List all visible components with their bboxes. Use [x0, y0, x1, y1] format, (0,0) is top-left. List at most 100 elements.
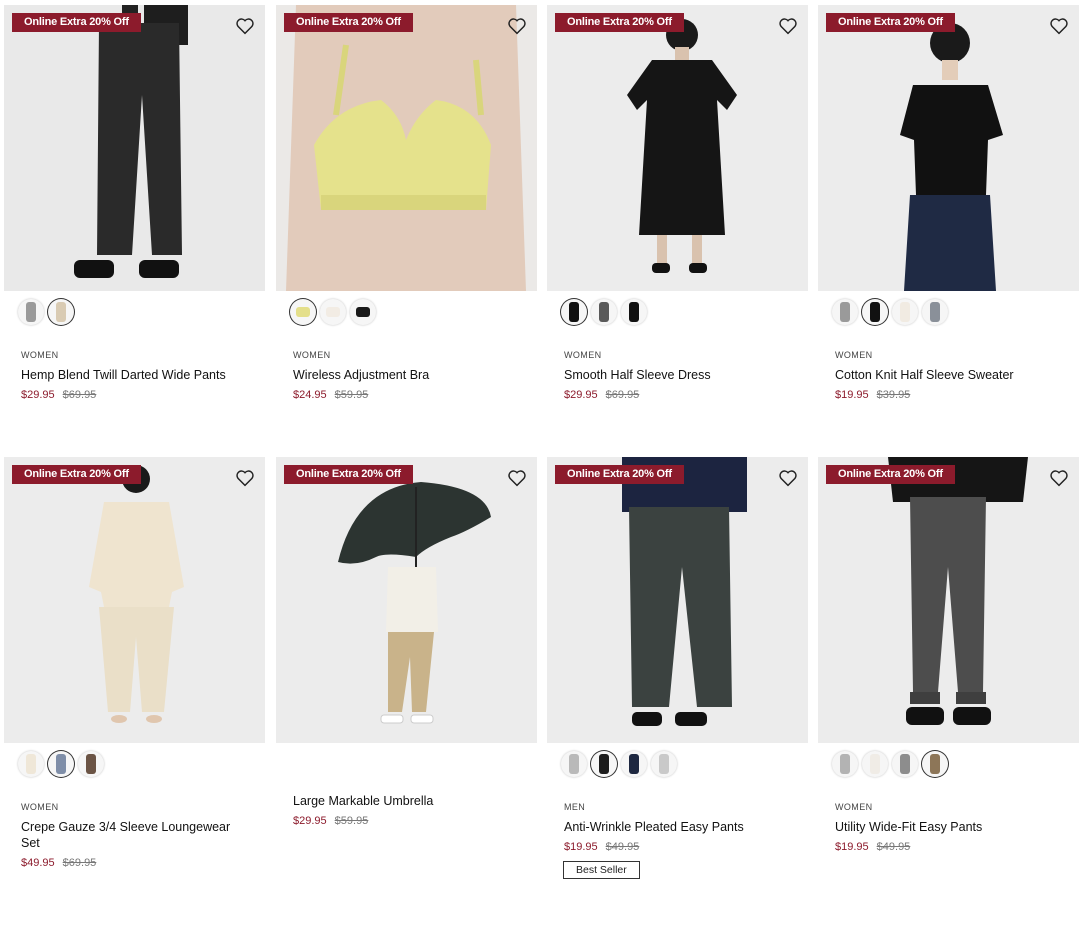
heart-icon[interactable] — [1049, 17, 1069, 35]
sale-price: $29.95 — [21, 389, 55, 401]
product-card[interactable]: Online Extra 20% Off WOMEN Utility Wide-… — [818, 457, 1079, 853]
promo-badge: Online Extra 20% Off — [12, 13, 141, 32]
product-photo-dress — [627, 19, 737, 273]
product-photo-utility-pants — [888, 457, 1028, 725]
product-photo-sweater — [900, 23, 1003, 291]
product-category: WOMEN — [564, 350, 602, 360]
product-name[interactable]: Utility Wide-Fit Easy Pants — [835, 819, 1045, 835]
color-swatches — [276, 299, 537, 341]
color-swatches — [547, 299, 808, 341]
color-swatch[interactable] — [561, 751, 587, 777]
sale-price: $24.95 — [293, 389, 327, 401]
product-category: WOMEN — [835, 350, 873, 360]
product-name[interactable]: Large Markable Umbrella — [293, 793, 503, 809]
product-photo-pleated-pants — [622, 457, 747, 726]
color-swatch[interactable] — [320, 299, 346, 325]
color-swatch[interactable] — [892, 299, 918, 325]
color-swatch[interactable] — [862, 751, 888, 777]
product-image[interactable]: Online Extra 20% Off — [818, 5, 1079, 291]
promo-badge: Online Extra 20% Off — [284, 465, 413, 484]
product-name[interactable]: Wireless Adjustment Bra — [293, 367, 503, 383]
product-image[interactable]: Online Extra 20% Off — [547, 5, 808, 291]
color-swatches — [547, 751, 808, 793]
color-swatch[interactable] — [18, 751, 44, 777]
heart-icon[interactable] — [778, 17, 798, 35]
color-swatch[interactable] — [892, 751, 918, 777]
color-swatch[interactable] — [591, 299, 617, 325]
color-swatch-selected[interactable] — [862, 299, 888, 325]
product-image[interactable]: Online Extra 20% Off — [4, 457, 265, 743]
product-name[interactable]: Anti-Wrinkle Pleated Easy Pants — [564, 819, 774, 835]
color-swatches — [4, 751, 265, 793]
color-swatch-selected[interactable] — [290, 299, 316, 325]
heart-icon[interactable] — [235, 17, 255, 35]
product-category: WOMEN — [21, 802, 59, 812]
color-swatch[interactable] — [922, 299, 948, 325]
product-image[interactable]: Online Extra 20% Off — [818, 457, 1079, 743]
product-price: $29.95 $69.95 — [564, 389, 808, 401]
product-price: $49.95 $69.95 — [21, 857, 265, 869]
product-category: WOMEN — [21, 350, 59, 360]
product-card[interactable]: Online Extra 20% Off Large Markable Umbr… — [276, 457, 537, 827]
original-price: $69.95 — [62, 857, 97, 869]
product-image[interactable]: Online Extra 20% Off — [547, 457, 808, 743]
product-category: MEN — [564, 802, 586, 812]
heart-icon[interactable] — [778, 469, 798, 487]
color-swatch-selected[interactable] — [591, 751, 617, 777]
heart-icon[interactable] — [507, 469, 527, 487]
product-name[interactable]: Cotton Knit Half Sleeve Sweater — [835, 367, 1045, 383]
color-swatch[interactable] — [621, 299, 647, 325]
color-swatch[interactable] — [18, 299, 44, 325]
product-category: WOMEN — [835, 802, 873, 812]
color-swatches — [4, 299, 265, 341]
sale-price: $49.95 — [21, 857, 55, 869]
color-swatch-selected[interactable] — [48, 299, 74, 325]
product-card[interactable]: Online Extra 20% Off WOMEN Crepe Gauze 3… — [4, 457, 265, 869]
promo-badge: Online Extra 20% Off — [826, 465, 955, 484]
promo-badge: Online Extra 20% Off — [555, 465, 684, 484]
sale-price: $19.95 — [564, 841, 598, 853]
color-swatches — [276, 751, 537, 793]
best-seller-badge: Best Seller — [563, 861, 640, 879]
color-swatches — [818, 299, 1079, 341]
product-name[interactable]: Hemp Blend Twill Darted Wide Pants — [21, 367, 231, 383]
product-price: $24.95 $59.95 — [293, 389, 537, 401]
color-swatch-selected[interactable] — [561, 299, 587, 325]
sale-price: $19.95 — [835, 841, 869, 853]
product-image[interactable]: Online Extra 20% Off — [276, 457, 537, 743]
color-swatch[interactable] — [621, 751, 647, 777]
color-swatch[interactable] — [832, 751, 858, 777]
color-swatch-selected[interactable] — [48, 751, 74, 777]
product-name[interactable]: Smooth Half Sleeve Dress — [564, 367, 774, 383]
heart-icon[interactable] — [235, 469, 255, 487]
product-card[interactable]: Online Extra 20% Off WOMEN Hemp Blend Tw… — [4, 5, 265, 401]
product-image[interactable]: Online Extra 20% Off — [276, 5, 537, 291]
heart-icon[interactable] — [507, 17, 527, 35]
original-price: $59.95 — [334, 815, 369, 827]
product-price: $19.95 $49.95 — [564, 841, 808, 853]
color-swatches — [818, 751, 1079, 793]
color-swatch[interactable] — [651, 751, 677, 777]
product-category: WOMEN — [293, 350, 331, 360]
color-swatch[interactable] — [78, 751, 104, 777]
sale-price: $19.95 — [835, 389, 869, 401]
product-card[interactable]: Online Extra 20% Off WOMEN Smooth Half S… — [547, 5, 808, 401]
color-swatch[interactable] — [832, 299, 858, 325]
product-image[interactable]: Online Extra 20% Off — [4, 5, 265, 291]
product-card[interactable]: Online Extra 20% Off WOMEN Cotton Knit H… — [818, 5, 1079, 401]
product-price: $29.95 $69.95 — [21, 389, 265, 401]
color-swatch-selected[interactable] — [922, 751, 948, 777]
sale-price: $29.95 — [564, 389, 598, 401]
product-name[interactable]: Crepe Gauze 3/4 Sleeve Loungewear Set — [21, 819, 231, 851]
original-price: $69.95 — [605, 389, 640, 401]
original-price: $59.95 — [334, 389, 369, 401]
promo-badge: Online Extra 20% Off — [12, 465, 141, 484]
heart-icon[interactable] — [1049, 469, 1069, 487]
product-card[interactable]: Online Extra 20% Off MEN Anti-Wrinkle Pl… — [547, 457, 808, 879]
product-photo-umbrella — [338, 482, 491, 724]
product-price: $29.95 $59.95 — [293, 815, 537, 827]
product-photo-bra — [286, 5, 526, 291]
product-card[interactable]: Online Extra 20% Off WOMEN Wireless Adju… — [276, 5, 537, 401]
product-photo-pants — [74, 5, 188, 278]
color-swatch[interactable] — [350, 299, 376, 325]
